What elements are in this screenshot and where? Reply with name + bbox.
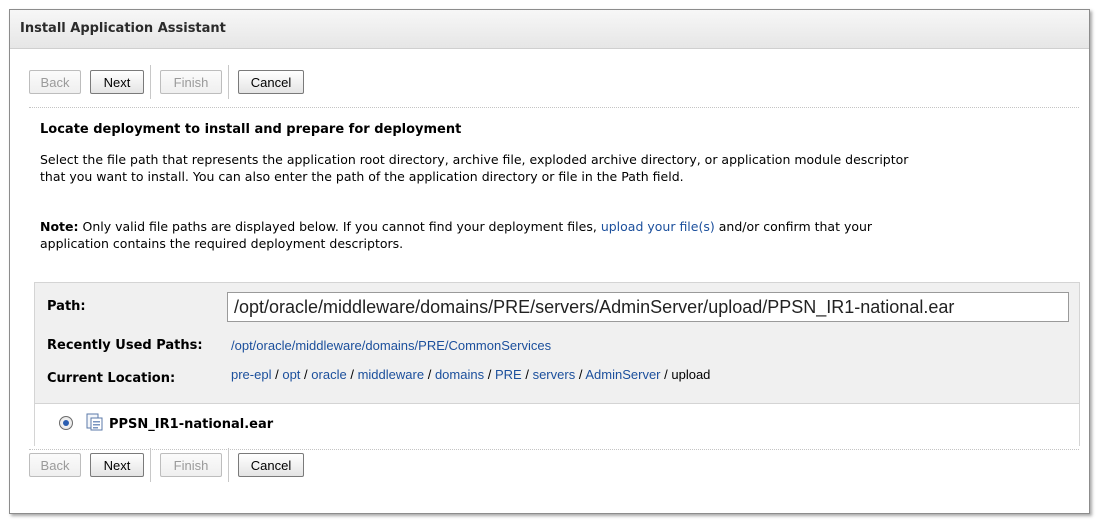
note-line: Note: Only valid file paths are displaye… [40, 218, 1080, 235]
finish-button[interactable]: Finish [160, 453, 222, 477]
breadcrumb-separator: / [427, 367, 432, 382]
note-line: application contains the required deploy… [40, 236, 404, 251]
next-button[interactable]: Next [90, 70, 144, 94]
breadcrumb-item[interactable]: AdminServer [585, 367, 660, 382]
description: Select the file path that represents the… [40, 151, 1080, 185]
page-title: Install Application Assistant [10, 10, 1089, 49]
back-button[interactable]: Back [29, 70, 81, 94]
current-location-label: Current Location: [47, 371, 176, 386]
install-assistant-panel: Install Application Assistant Back Next … [9, 9, 1090, 514]
path-label: Path: [47, 299, 86, 314]
upload-files-link[interactable]: upload your file(s) [601, 219, 715, 234]
breadcrumb-separator: / [664, 367, 668, 382]
note-label: Note: [40, 219, 79, 234]
breadcrumb-item[interactable]: oracle [311, 367, 346, 382]
breadcrumb-separator: / [487, 367, 492, 382]
archive-file-icon [85, 413, 103, 435]
note-text: and/or confirm that your [718, 219, 873, 234]
breadcrumb-separator: / [275, 367, 279, 382]
bottom-button-row: Back Next Finish Cancel [29, 448, 304, 482]
breadcrumb-separator: / [578, 367, 583, 382]
recent-path-link[interactable]: /opt/oracle/middleware/domains/PRE/Commo… [231, 338, 551, 353]
note: Note: Only valid file paths are displaye… [40, 218, 1080, 252]
breadcrumb-item[interactable]: servers [533, 367, 576, 382]
separator [150, 448, 154, 482]
top-button-row: Back Next Finish Cancel [29, 65, 304, 99]
breadcrumb-item[interactable]: pre-epl [231, 367, 271, 382]
file-name[interactable]: PPSN_IR1-national.ear [109, 417, 273, 432]
breadcrumb-separator: / [304, 367, 308, 382]
description-line: Select the file path that represents the… [40, 152, 909, 167]
breadcrumb-item[interactable]: middleware [358, 367, 424, 382]
note-text: Only valid file paths are displayed belo… [82, 219, 597, 234]
file-list: PPSN_IR1-national.ear [35, 403, 1079, 446]
separator [228, 65, 232, 99]
finish-button[interactable]: Finish [160, 70, 222, 94]
breadcrumb-item[interactable]: opt [282, 367, 300, 382]
next-button[interactable]: Next [90, 453, 144, 477]
divider [29, 107, 1079, 108]
radio-selected-icon[interactable] [59, 416, 73, 430]
path-section: Path: /opt/oracle/middleware/domains/PRE… [34, 282, 1080, 446]
breadcrumb-separator: / [350, 367, 354, 382]
cancel-button[interactable]: Cancel [238, 453, 304, 477]
breadcrumb-current: upload [671, 367, 711, 382]
separator [150, 65, 154, 99]
breadcrumb-item[interactable]: domains [435, 367, 484, 382]
breadcrumb: pre-epl / opt / oracle / middleware / do… [231, 367, 710, 382]
section-heading: Locate deployment to install and prepare… [40, 122, 462, 137]
back-button[interactable]: Back [29, 453, 81, 477]
path-input[interactable]: /opt/oracle/middleware/domains/PRE/serve… [227, 292, 1069, 322]
recent-paths-label: Recently Used Paths: [47, 338, 203, 353]
cancel-button[interactable]: Cancel [238, 70, 304, 94]
breadcrumb-separator: / [525, 367, 529, 382]
separator [228, 448, 232, 482]
breadcrumb-item[interactable]: PRE [495, 367, 522, 382]
description-line: that you want to install. You can also e… [40, 169, 684, 184]
